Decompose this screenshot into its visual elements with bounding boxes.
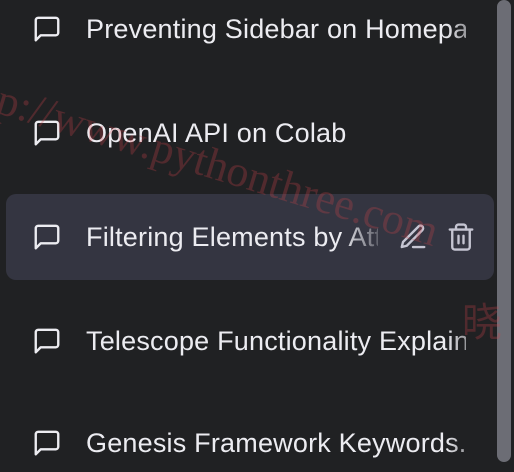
conversation-list: Preventing Sidebar on Homepage OpenAI AP…: [0, 0, 494, 472]
chat-bubble-icon: [32, 428, 62, 458]
conversation-item[interactable]: OpenAI API on Colab: [6, 90, 494, 176]
trash-icon: [448, 223, 474, 251]
conversation-item-selected[interactable]: Filtering Elements by Attribute: [6, 194, 494, 280]
pencil-icon: [400, 224, 426, 249]
scrollbar[interactable]: [494, 0, 514, 472]
chat-bubble-icon: [32, 222, 62, 252]
chat-bubble-icon: [32, 326, 62, 356]
conversation-title: OpenAI API on Colab: [86, 117, 347, 148]
scrollbar-thumb[interactable]: [497, 0, 511, 462]
conversation-title: Filtering Elements by Attribute: [86, 221, 378, 252]
conversation-item[interactable]: Preventing Sidebar on Homepage: [6, 0, 494, 72]
delete-conversation-button[interactable]: [446, 222, 476, 252]
edit-title-button[interactable]: [398, 222, 428, 252]
chat-bubble-icon: [32, 14, 62, 44]
conversation-sidebar: Preventing Sidebar on Homepage OpenAI AP…: [0, 0, 514, 472]
conversation-title: Telescope Functionality Explained: [86, 325, 466, 356]
conversation-title: Genesis Framework Keywords.: [86, 427, 466, 458]
conversation-item[interactable]: Genesis Framework Keywords.: [6, 400, 494, 472]
chat-bubble-icon: [32, 118, 62, 148]
conversation-title: Preventing Sidebar on Homepage: [86, 13, 466, 44]
conversation-item[interactable]: Telescope Functionality Explained: [6, 298, 494, 384]
